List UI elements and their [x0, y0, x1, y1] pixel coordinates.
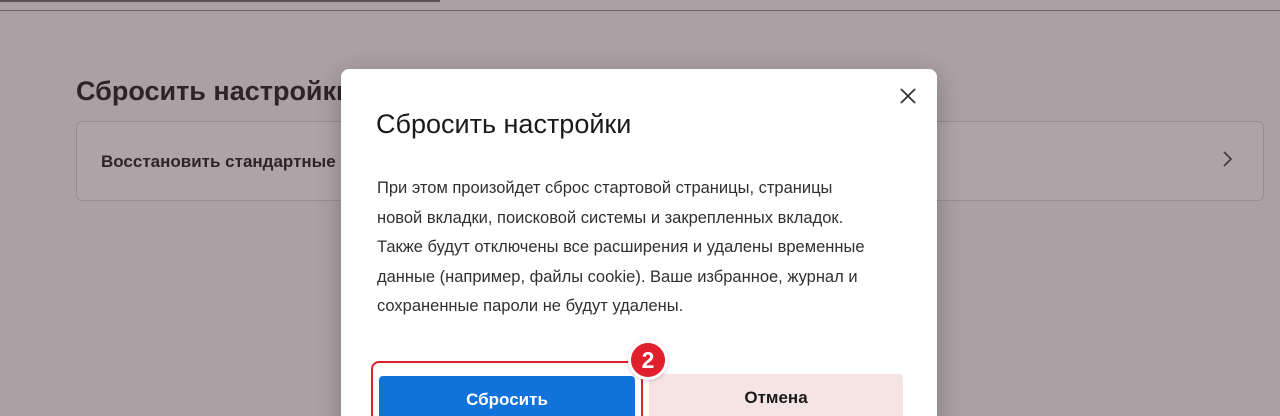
dialog-title: Сбросить настройки [376, 109, 632, 139]
close-icon [900, 88, 916, 104]
reset-settings-dialog: Сбросить настройки При этом произойдет с… [341, 69, 937, 416]
close-button[interactable] [895, 83, 921, 109]
dialog-description: При этом произойдет сброс стартовой стра… [377, 179, 865, 315]
step-number-badge: 2 [628, 340, 668, 380]
reset-button[interactable]: Сбросить [379, 376, 635, 416]
cancel-button[interactable]: Отмена [649, 374, 903, 416]
